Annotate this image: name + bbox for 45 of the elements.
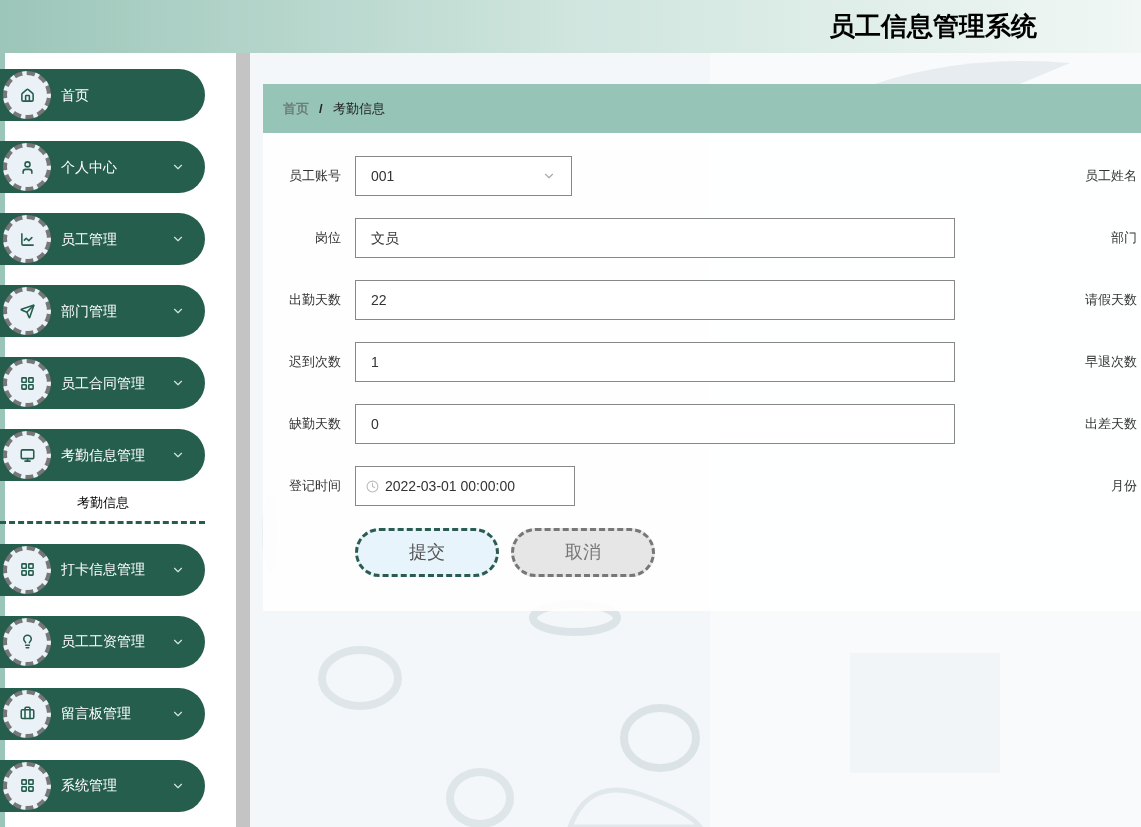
home-icon [3, 71, 51, 119]
submit-button[interactable]: 提交 [355, 528, 499, 577]
grid-icon [3, 359, 51, 407]
date-time-field[interactable]: 2022-03-01 00:00:00 [355, 466, 575, 506]
field-label: 员工姓名 [1085, 167, 1137, 186]
field-label: 出勤天数 [288, 291, 342, 310]
field-label: 请假天数 [1085, 291, 1137, 310]
menu-item[interactable]: 部门管理 [0, 285, 205, 337]
menu-item[interactable]: 留言板管理 [0, 687, 205, 740]
cancel-button[interactable]: 取消 [511, 528, 655, 577]
menu-item[interactable]: 打卡信息管理 [0, 543, 205, 596]
select-field[interactable]: 001 [355, 156, 572, 196]
user-icon [3, 143, 51, 191]
input-field[interactable]: 0 [355, 404, 955, 444]
input-field[interactable]: 22 [355, 280, 955, 320]
breadcrumb-link[interactable]: 考勤信息 [332, 98, 385, 119]
field-label: 岗位 [314, 229, 342, 248]
clock-icon [366, 479, 379, 493]
menu-item[interactable]: 系统管理 [0, 759, 205, 812]
field-label: 登记时间 [288, 477, 342, 496]
grid-icon [3, 545, 51, 594]
menu-item[interactable]: 个人中心 [0, 141, 205, 193]
app-title: 员工信息管理系统 [829, 10, 1037, 43]
menu-item[interactable]: 首页 [0, 69, 205, 121]
chart-icon [3, 215, 51, 263]
field-label: 迟到次数 [288, 353, 342, 372]
field-label: 员工账号 [288, 167, 342, 186]
field-label: 部门 [1111, 229, 1137, 248]
paper-plane-icon [3, 287, 51, 335]
input-field[interactable]: 文员 [355, 218, 955, 258]
submenu-item[interactable]: 考勤信息 [0, 493, 205, 513]
field-label: 月份 [1111, 477, 1137, 496]
monitor-icon [3, 431, 51, 479]
breadcrumb-separator: / [319, 99, 323, 118]
menu-item[interactable]: 员工管理 [0, 213, 205, 265]
field-label: 出差天数 [1085, 415, 1137, 434]
menu-item[interactable]: 员工工资管理 [0, 615, 205, 668]
briefcase-icon [3, 689, 51, 738]
bulb-icon [3, 617, 51, 666]
field-label: 早退次数 [1085, 353, 1137, 372]
input-field[interactable]: 1 [355, 342, 955, 382]
menu-item[interactable]: 员工合同管理 [0, 357, 205, 409]
grid-icon [3, 761, 51, 810]
menu-item[interactable]: 考勤信息管理 [0, 429, 205, 481]
field-label: 缺勤天数 [288, 415, 342, 434]
